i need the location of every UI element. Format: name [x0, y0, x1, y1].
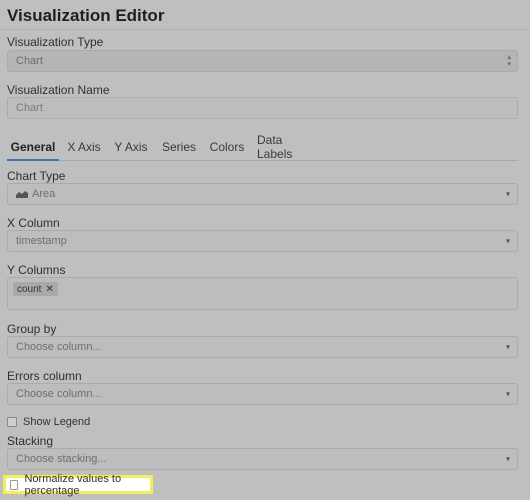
x-column-value: timestamp: [16, 235, 67, 247]
errors-column-label: Errors column: [7, 369, 82, 383]
group-by-placeholder: Choose column...: [16, 341, 102, 353]
viz-type-value: Chart: [16, 55, 43, 67]
chevron-down-icon: ▾: [505, 342, 510, 352]
group-by-select[interactable]: Choose column... ▾: [7, 336, 518, 358]
viz-name-input[interactable]: Chart: [7, 97, 518, 119]
group-by-label: Group by: [7, 322, 57, 336]
chevron-down-icon: ▾: [505, 389, 510, 399]
show-legend-label: Show Legend: [23, 416, 91, 428]
editor-tabs: General X Axis Y Axis Series Colors Data…: [7, 133, 518, 161]
y-columns-label: Y Columns: [7, 263, 66, 277]
errors-column-placeholder: Choose column...: [16, 388, 102, 400]
chart-type-value: Area: [32, 188, 56, 200]
y-columns-select[interactable]: count ✕: [7, 277, 518, 310]
x-column-label: X Column: [7, 216, 60, 230]
errors-column-select[interactable]: Choose column... ▾: [7, 383, 518, 405]
close-icon[interactable]: ✕: [45, 284, 53, 295]
chart-type-label: Chart Type: [7, 169, 66, 183]
tab-series[interactable]: Series: [158, 135, 200, 159]
normalize-values-checkbox[interactable]: [10, 479, 19, 490]
tab-x-axis[interactable]: X Axis: [63, 135, 105, 159]
viz-type-label: Visualization Type: [7, 35, 104, 49]
y-column-tag-label: count: [17, 283, 42, 295]
updown-caret-icon: ▴ ▾: [507, 54, 511, 68]
area-chart-icon: [16, 191, 28, 198]
editor-title: Visualization Editor: [7, 6, 165, 25]
y-column-tag: count ✕: [13, 282, 58, 296]
tab-general[interactable]: General: [7, 135, 59, 161]
show-legend-row[interactable]: Show Legend: [7, 416, 90, 428]
viz-type-select[interactable]: Chart ▴ ▾: [7, 50, 518, 72]
stacking-label: Stacking: [7, 434, 54, 448]
tab-colors[interactable]: Colors: [206, 135, 248, 159]
normalize-values-row[interactable]: Normalize values to percentage: [3, 472, 153, 497]
viz-name-label: Visualization Name: [7, 83, 110, 97]
x-column-select[interactable]: timestamp ▾: [7, 230, 518, 252]
chart-type-select[interactable]: Area ▾: [7, 183, 518, 205]
tab-data-labels[interactable]: Data Labels: [257, 133, 319, 161]
chevron-down-icon: ▾: [505, 189, 510, 199]
chevron-down-icon: ▾: [505, 454, 510, 464]
show-legend-checkbox[interactable]: [7, 417, 17, 427]
chevron-down-icon: ▾: [505, 236, 510, 246]
tab-y-axis[interactable]: Y Axis: [110, 135, 152, 159]
title-divider: [0, 29, 530, 30]
viz-name-placeholder: Chart: [16, 102, 43, 114]
stacking-placeholder: Choose stacking...: [16, 453, 107, 465]
normalize-values-label: Normalize values to percentage: [24, 472, 122, 497]
stacking-select[interactable]: Choose stacking... ▾: [7, 448, 518, 470]
